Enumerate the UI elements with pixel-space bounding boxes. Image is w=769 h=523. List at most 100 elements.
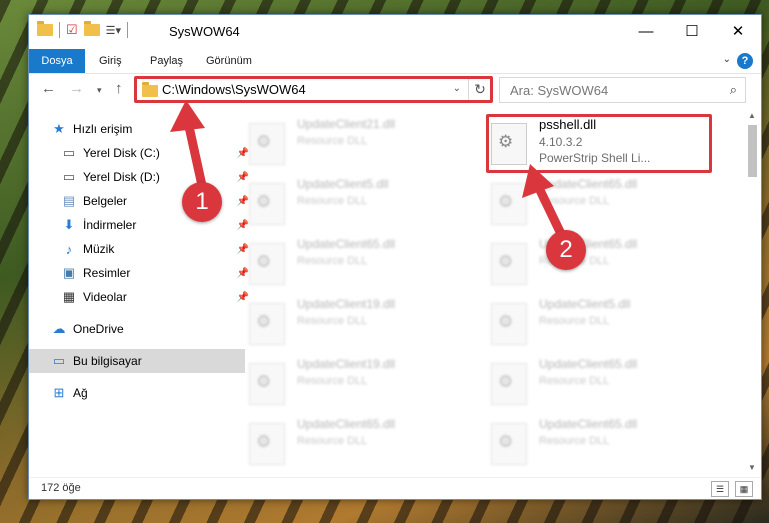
window-title: SysWOW64	[169, 24, 240, 39]
sidebar-item-drive-d[interactable]: ▭ Yerel Disk (D:) 📌	[29, 165, 255, 189]
search-input[interactable]: Ara: SysWOW64	[510, 83, 608, 98]
file-item[interactable]: ⚙ UpdateClient65.dll Resource DLL	[487, 415, 707, 469]
properties-icon[interactable]: ☑	[66, 22, 78, 38]
sidebar-item-pictures[interactable]: ▣ Resimler 📌	[29, 261, 255, 285]
file-item[interactable]: ⚙ UpdateClient65.dll Resource DLL	[487, 235, 707, 289]
sidebar-item-onedrive[interactable]: ☁ OneDrive	[29, 317, 245, 341]
gear-icon: ⚙	[498, 192, 514, 211]
maximize-button[interactable]: ☐	[669, 15, 715, 47]
file-name: UpdateClient19.dll	[297, 357, 396, 371]
sidebar-item-this-pc[interactable]: ▭ Bu bilgisayar	[29, 349, 245, 373]
ribbon-tabs: Dosya Giriş Paylaş Görünüm ⌄ ?	[29, 49, 761, 74]
title-bar: ☑ ☰▾ SysWOW64 — ☐ ✕	[29, 15, 761, 49]
search-icon[interactable]: ⌕	[730, 82, 737, 98]
customize-qat-icon[interactable]: ☰▾	[106, 24, 121, 37]
file-name: UpdateClient65.dll	[539, 417, 638, 431]
sidebar-item-label: Videolar	[83, 290, 127, 304]
tab-file[interactable]: Dosya	[29, 49, 85, 73]
callout-badge-2: 2	[546, 230, 586, 270]
file-item[interactable]: ⚙ UpdateClient19.dll Resource DLL	[245, 355, 465, 409]
file-description: Resource DLL	[297, 255, 368, 267]
file-description: Resource DLL	[297, 315, 368, 327]
file-item[interactable]: ⚙ UpdateClient65.dll Resource DLL	[487, 355, 707, 409]
new-folder-icon[interactable]	[83, 21, 100, 36]
tab-home[interactable]: Giriş	[99, 49, 122, 73]
scroll-down-icon[interactable]: ▼	[748, 463, 756, 472]
sidebar-item-quick-access[interactable]: ★ Hızlı erişim	[29, 117, 245, 141]
sidebar-item-label: Müzik	[83, 242, 115, 256]
file-description: Resource DLL	[539, 195, 610, 207]
scrollbar-thumb[interactable]	[748, 125, 757, 177]
sidebar-item-label: Yerel Disk (C:)	[83, 146, 160, 160]
video-icon: ▦	[62, 289, 76, 304]
up-button[interactable]: ↑	[115, 80, 123, 97]
file-name: UpdateClient5.dll	[539, 297, 631, 311]
sidebar-item-label: Ağ	[73, 386, 88, 400]
music-icon: ♪	[65, 241, 73, 257]
tab-share[interactable]: Paylaş	[150, 49, 183, 73]
sidebar-item-downloads[interactable]: ⬇ İndirmeler 📌	[29, 213, 255, 237]
sidebar-item-label: Yerel Disk (D:)	[83, 170, 160, 184]
folder-icon	[37, 21, 53, 36]
recent-locations-icon[interactable]: ▾	[97, 85, 102, 96]
file-description: Resource DLL	[297, 375, 368, 387]
details-view-icon[interactable]: ☰	[711, 481, 729, 497]
gear-icon: ⚙	[256, 192, 272, 211]
file-item[interactable]: ⚙ UpdateClient65.dll Resource DLL	[487, 175, 707, 229]
file-item[interactable]: ⚙ UpdateClient21.dll Resource DLL	[245, 115, 465, 169]
file-name: UpdateClient65.dll	[539, 357, 638, 371]
gear-icon: ⚙	[498, 312, 514, 331]
drive-icon: ▭	[62, 169, 76, 184]
sidebar-item-network[interactable]: ⊞ Ağ	[29, 381, 245, 405]
sidebar-item-videos[interactable]: ▦ Videolar 📌	[29, 285, 255, 309]
scroll-up-icon[interactable]: ▲	[748, 111, 756, 120]
sidebar-item-music[interactable]: ♪ Müzik 📌	[29, 237, 255, 261]
documents-icon: ▤	[62, 193, 76, 208]
explorer-window: ☑ ☰▾ SysWOW64 — ☐ ✕ Dosya Giriş Paylaş G…	[28, 14, 762, 500]
navigation-pane: ★ Hızlı erişim ▭ Yerel Disk (C:) 📌 ▭ Yer…	[29, 111, 249, 471]
item-count: 172 öğe	[41, 482, 81, 494]
sidebar-item-label: Resimler	[83, 266, 131, 280]
network-icon: ⊞	[53, 385, 65, 400]
file-list: ⚙ UpdateClient21.dll Resource DLL ⚙ pssh…	[225, 111, 739, 471]
file-name: UpdateClient5.dll	[297, 177, 389, 191]
close-button[interactable]: ✕	[715, 15, 761, 47]
expand-ribbon-icon[interactable]: ⌄	[723, 54, 731, 65]
large-icons-view-icon[interactable]: ▦	[735, 481, 753, 497]
gear-icon: ⚙	[498, 372, 514, 391]
file-item[interactable]: ⚙ UpdateClient5.dll Resource DLL	[487, 295, 707, 349]
star-icon: ★	[53, 121, 65, 136]
help-icon[interactable]: ?	[737, 53, 753, 69]
file-item[interactable]: ⚙ UpdateClient65.dll Resource DLL	[245, 415, 465, 469]
sidebar-item-label: İndirmeler	[83, 218, 137, 232]
cloud-icon: ☁	[52, 321, 66, 336]
sidebar-item-drive-c[interactable]: ▭ Yerel Disk (C:) 📌	[29, 141, 255, 165]
sidebar-item-label: Bu bilgisayar	[73, 354, 142, 368]
gear-icon: ⚙	[498, 432, 514, 451]
computer-icon: ▭	[52, 353, 66, 368]
address-highlight	[134, 76, 493, 103]
file-description: Resource DLL	[297, 195, 368, 207]
minimize-button[interactable]: —	[623, 15, 669, 47]
navigation-bar: ← → ▾ ↑ C:\Windows\SysWOW64 ⌄ ↻ Ara: Sys…	[29, 74, 761, 106]
pictures-icon: ▣	[62, 265, 76, 280]
sidebar-item-label: Hızlı erişim	[73, 122, 133, 136]
gear-icon: ⚙	[498, 252, 514, 271]
callout-badge-1: 1	[182, 182, 222, 222]
tab-view[interactable]: Görünüm	[206, 49, 252, 73]
status-bar: 172 öğe ☰ ▦	[29, 477, 761, 499]
divider	[127, 22, 129, 38]
file-name: UpdateClient65.dll	[297, 237, 396, 251]
quick-access-toolbar: ☑ ☰▾	[37, 21, 129, 38]
gear-icon: ⚙	[256, 372, 272, 391]
file-item[interactable]: ⚙ UpdateClient19.dll Resource DLL	[245, 295, 465, 349]
forward-button[interactable]: →	[69, 80, 84, 97]
search-box[interactable]: Ara: SysWOW64 ⌕	[499, 77, 746, 103]
vertical-scrollbar[interactable]: ▲ ▼	[744, 107, 761, 477]
gear-icon: ⚙	[256, 432, 272, 451]
file-name: UpdateClient65.dll	[539, 177, 638, 191]
file-item[interactable]: ⚙ UpdateClient65.dll Resource DLL	[245, 235, 465, 289]
file-description: Resource DLL	[539, 435, 610, 447]
back-button[interactable]: ←	[41, 80, 56, 97]
file-item[interactable]: ⚙ UpdateClient5.dll Resource DLL	[245, 175, 465, 229]
